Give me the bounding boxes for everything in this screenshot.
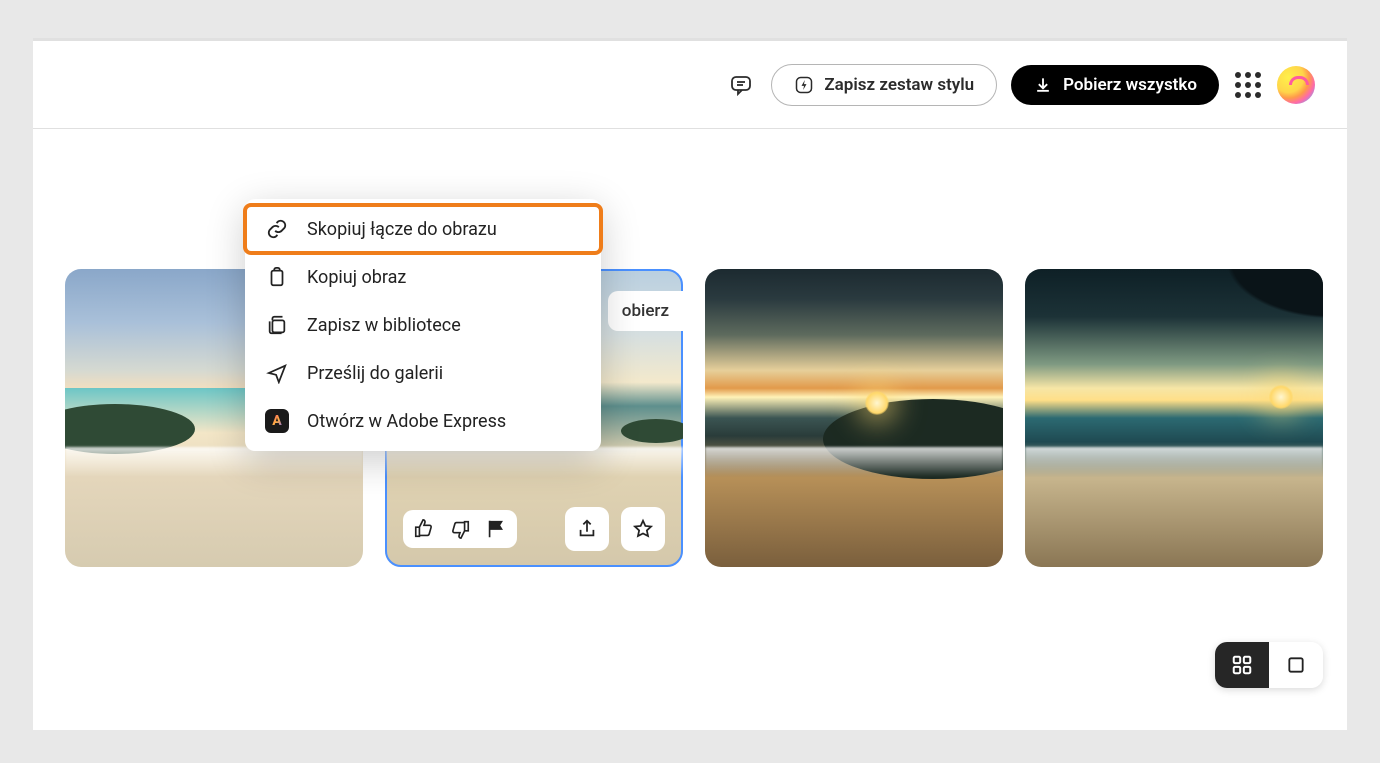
thumbs-up-button[interactable] <box>413 518 435 540</box>
menu-item-label: Otwórz w Adobe Express <box>307 411 506 432</box>
link-icon <box>265 217 289 241</box>
context-menu: Skopiuj łącze do obrazu Kopiuj obraz <box>245 199 601 451</box>
download-all-button[interactable]: Pobierz wszystko <box>1011 65 1219 105</box>
thumbs-down-button[interactable] <box>449 518 471 540</box>
single-icon <box>1286 655 1306 675</box>
menu-send-gallery[interactable]: Prześlij do galerii <box>245 349 601 397</box>
header-bar: Zapisz zestaw stylu Pobierz wszystko <box>33 41 1347 129</box>
download-chip[interactable]: obierz <box>608 291 683 331</box>
bolt-preset-icon <box>794 75 814 95</box>
menu-item-label: Skopiuj łącze do obrazu <box>307 219 497 240</box>
library-icon <box>265 313 289 337</box>
result-card[interactable] <box>1025 269 1323 567</box>
menu-item-label: Zapisz w bibliotece <box>307 315 461 336</box>
menu-copy-image[interactable]: Kopiuj obraz <box>245 253 601 301</box>
canvas-area: obierz <box>33 129 1347 730</box>
menu-copy-link[interactable]: Skopiuj łącze do obrazu <box>245 205 601 253</box>
clipboard-icon <box>265 265 289 289</box>
grid-icon <box>1231 654 1253 676</box>
save-style-label: Zapisz zestaw stylu <box>824 75 974 95</box>
flag-icon <box>485 518 507 540</box>
feedback-button[interactable] <box>725 69 757 101</box>
result-card[interactable] <box>705 269 1003 567</box>
user-avatar[interactable] <box>1277 66 1315 104</box>
menu-save-library[interactable]: Zapisz w bibliotece <box>245 301 601 349</box>
thumbs-up-icon <box>413 518 435 540</box>
thumbs-down-icon <box>449 518 471 540</box>
app-window: Zapisz zestaw stylu Pobierz wszystko <box>33 38 1347 730</box>
favorite-button[interactable] <box>621 507 665 551</box>
star-icon <box>632 518 654 540</box>
menu-item-label: Prześlij do galerii <box>307 363 443 384</box>
menu-item-label: Kopiuj obraz <box>307 267 406 288</box>
rating-group <box>403 510 517 548</box>
card-action-bar <box>403 507 665 551</box>
share-icon <box>576 518 598 540</box>
save-style-button[interactable]: Zapisz zestaw stylu <box>771 64 997 106</box>
grid-view-button[interactable] <box>1215 642 1269 688</box>
adobe-express-icon: A <box>265 409 289 433</box>
download-all-label: Pobierz wszystko <box>1063 75 1197 95</box>
download-icon <box>1033 75 1053 95</box>
view-toggle <box>1215 642 1323 688</box>
single-view-button[interactable] <box>1269 642 1323 688</box>
send-icon <box>265 361 289 385</box>
chat-icon <box>729 73 753 97</box>
menu-open-express[interactable]: A Otwórz w Adobe Express <box>245 397 601 445</box>
apps-launcher-button[interactable] <box>1233 70 1263 100</box>
flag-button[interactable] <box>485 518 507 540</box>
share-button[interactable] <box>565 507 609 551</box>
